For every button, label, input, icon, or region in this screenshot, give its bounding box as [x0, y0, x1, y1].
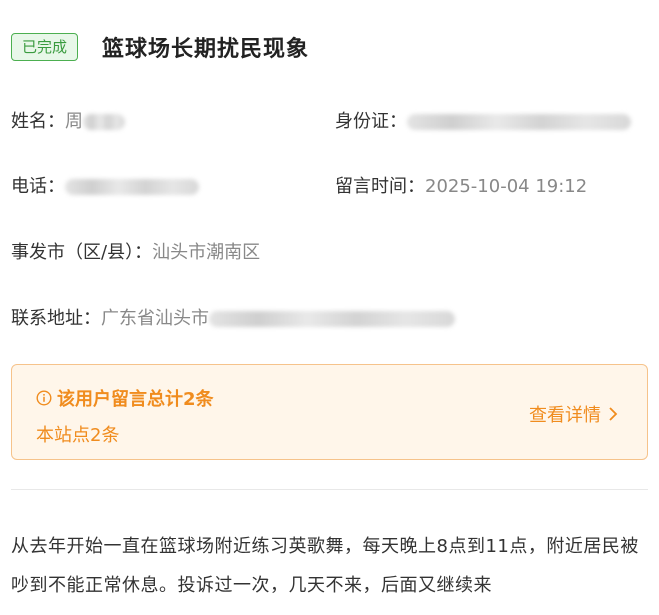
- city-value: 汕头市潮南区: [152, 242, 261, 263]
- id-redacted: [407, 114, 631, 130]
- notice-site-count: 本站点2条: [36, 425, 120, 446]
- message-detail-page: 已完成 篮球场长期扰民现象 姓名：周 身份证： 电话： 留言时间：2025-10…: [0, 0, 659, 615]
- divider: [11, 489, 648, 490]
- phone-field: 电话：: [11, 175, 199, 199]
- chevron-right-icon: [609, 407, 618, 421]
- id-label: 身份证：: [335, 111, 407, 132]
- header: 已完成 篮球场长期扰民现象: [11, 31, 309, 63]
- name-field: 姓名：周: [11, 110, 125, 134]
- notice-title: 该用户留言总计2条: [36, 385, 214, 411]
- message-content: 从去年开始一直在篮球场附近练习英歌舞，每天晚上8点到11点，附近居民被吵到不能正…: [11, 536, 639, 596]
- city-label: 事发市（区/县）：: [11, 242, 153, 263]
- id-field: 身份证：: [335, 110, 631, 134]
- notice-title-text: 该用户留言总计2条: [57, 389, 214, 410]
- view-details-label: 查看详情: [529, 405, 601, 426]
- address-field: 联系地址：广东省汕头市: [11, 307, 455, 331]
- view-details-link[interactable]: 查看详情: [529, 401, 619, 427]
- address-label: 联系地址：: [11, 308, 101, 329]
- name-value: 周: [65, 111, 83, 132]
- phone-label: 电话：: [11, 176, 65, 197]
- message-count-notice: 该用户留言总计2条 本站点2条 查看详情: [11, 364, 648, 460]
- status-badge: 已完成: [11, 33, 79, 61]
- time-label: 留言时间：: [335, 176, 425, 197]
- address-value: 广东省汕头市: [101, 308, 209, 329]
- name-redacted: [83, 114, 125, 130]
- time-field: 留言时间：2025-10-04 19:12: [335, 175, 587, 199]
- page-title: 篮球场长期扰民现象: [102, 37, 310, 62]
- time-value: 2025-10-04 19:12: [425, 176, 588, 197]
- address-redacted: [209, 311, 455, 327]
- city-field: 事发市（区/县）：汕头市潮南区: [11, 241, 260, 265]
- name-label: 姓名：: [11, 111, 65, 132]
- info-circle-icon: [36, 390, 52, 406]
- phone-redacted: [65, 179, 199, 195]
